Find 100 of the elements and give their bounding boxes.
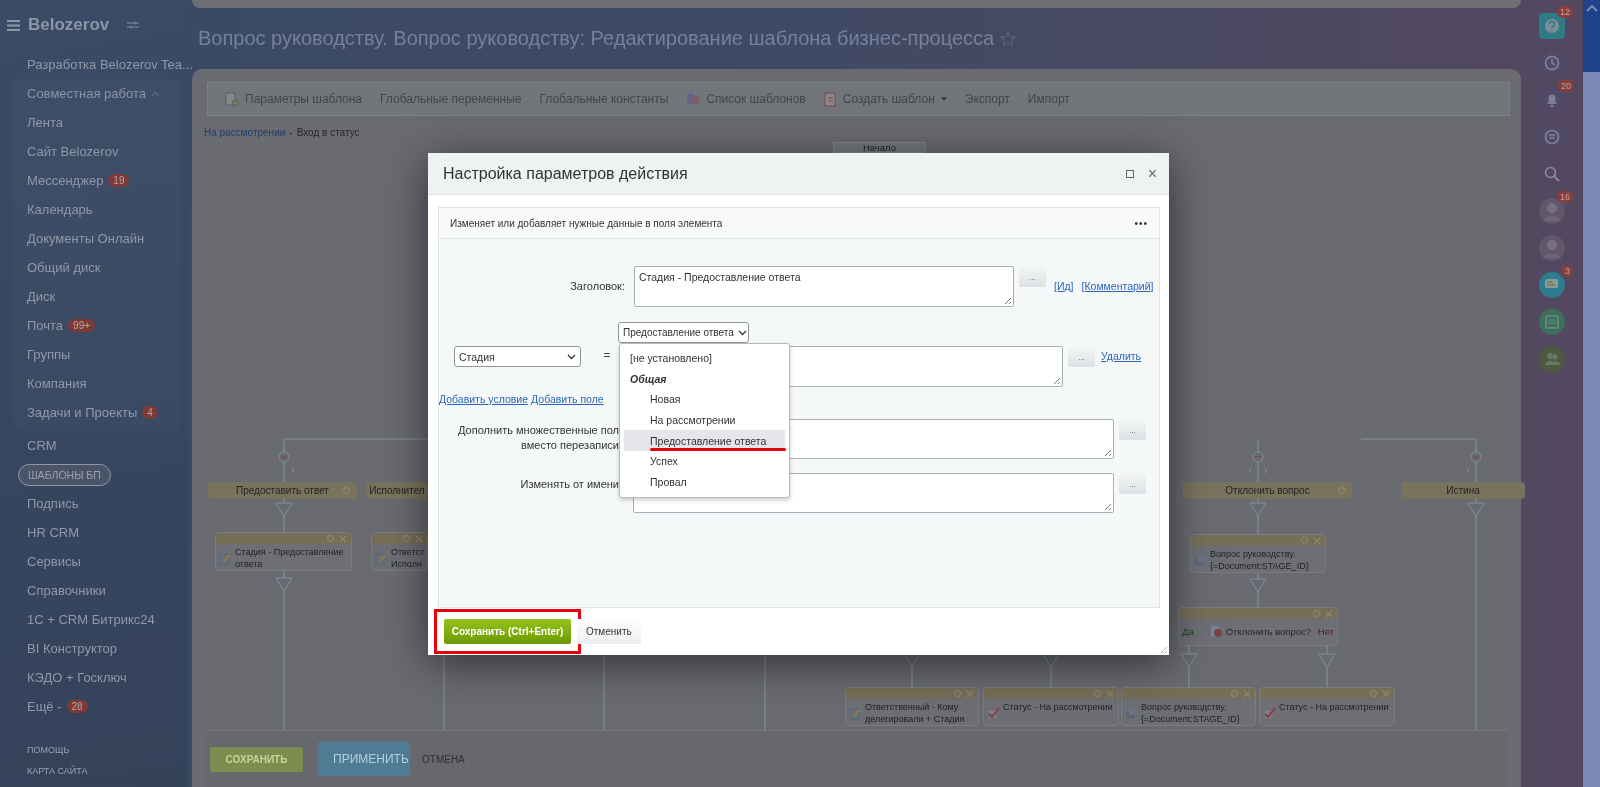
gear-icon[interactable] <box>1312 609 1321 618</box>
timeline-icon[interactable] <box>1538 48 1566 77</box>
link[interactable]: [Комментарий] <box>1081 280 1154 292</box>
add-link[interactable]: Добавить условие <box>439 393 529 405</box>
menu-group-header[interactable]: Совместная работа <box>13 79 181 108</box>
scroll-up-icon[interactable] <box>1585 4 1598 12</box>
activity-block[interactable]: Стадия - Предоставление ответа <box>215 532 352 571</box>
ellipsis-button[interactable]: ... <box>1068 347 1095 367</box>
brand-name[interactable]: Belozerov <box>28 15 110 35</box>
sidebar-item[interactable]: Задачи и Проекты 4 <box>13 398 181 427</box>
link[interactable]: [Ид] <box>1054 280 1074 292</box>
close-icon[interactable] <box>1243 689 1251 698</box>
sidebar-item[interactable]: КЭДО + Госключ <box>0 663 188 692</box>
close-icon[interactable] <box>1313 536 1321 545</box>
branch-label[interactable]: Отклонить вопрос <box>1183 482 1352 499</box>
remove-branch-icon[interactable] <box>1252 451 1264 463</box>
sidebar-item[interactable]: Справочники <box>0 576 188 605</box>
branch-label[interactable]: Истина <box>1401 482 1525 499</box>
sidebar-item[interactable]: Общий диск <box>13 253 181 282</box>
branch-label[interactable]: Предоставить ответ <box>208 482 357 499</box>
action-button[interactable]: ОТМЕНА <box>420 746 467 772</box>
maximize-icon[interactable] <box>1125 169 1134 178</box>
sidebar-item[interactable]: Календарь <box>13 195 181 224</box>
star-icon[interactable] <box>1000 31 1017 46</box>
sidebar-item[interactable]: Компания <box>13 369 181 398</box>
gear-icon[interactable] <box>342 486 351 495</box>
branch-label[interactable]: Исполнител <box>366 482 428 499</box>
people-icon[interactable] <box>1539 345 1565 372</box>
ellipsis-button[interactable]: ... <box>1019 267 1046 287</box>
dropdown-option[interactable]: Новая <box>624 389 785 410</box>
sidebar-item[interactable]: Группы <box>13 340 181 369</box>
search-icon[interactable] <box>1544 165 1560 182</box>
remove-link[interactable]: Удалить <box>1101 350 1142 362</box>
activity-block[interactable]: Вопрос руководству. {=Document:STAGE_ID} <box>1190 534 1326 573</box>
chat-icon[interactable] <box>1538 122 1566 151</box>
activity-block[interactable]: Вопрос руководству. {=Document:STAGE_ID} <box>1121 687 1256 726</box>
footer-link[interactable]: ПОМОЩЬ <box>27 745 188 755</box>
close-icon[interactable] <box>1106 689 1114 698</box>
ellipsis-button[interactable]: ... <box>1119 420 1146 440</box>
close-icon[interactable] <box>966 689 974 698</box>
action-button[interactable]: СОХРАНИТЬ <box>210 746 303 772</box>
close-icon[interactable] <box>339 534 347 543</box>
gear-icon[interactable] <box>1093 689 1102 698</box>
sidebar-item[interactable]: Ещё - 28 <box>0 692 188 721</box>
sidebar-item[interactable]: Подпись <box>0 489 188 518</box>
value-dropdown[interactable]: Предоставление ответа <box>618 322 749 343</box>
close-button[interactable]: × <box>1147 166 1157 181</box>
sidebar-item[interactable]: Мессенджер 19 <box>13 166 181 195</box>
condition-block[interactable]: Да Отклонить вопрос? Нет <box>1178 607 1338 646</box>
field-dropdown[interactable]: Стадия <box>454 346 581 367</box>
gear-icon[interactable] <box>1369 689 1378 698</box>
dropdown-option[interactable]: Провал <box>624 471 785 493</box>
gear-icon[interactable] <box>1337 486 1346 495</box>
ellipsis-button[interactable]: ... <box>1119 474 1146 494</box>
gear-icon[interactable] <box>402 534 411 543</box>
sidebar-item[interactable]: ШАБЛОНЫ БП <box>18 463 111 486</box>
close-icon[interactable] <box>1382 689 1390 698</box>
chat-bubble-icon[interactable] <box>1539 271 1565 298</box>
activity-block[interactable]: Ответст Исполн <box>371 532 428 571</box>
action-button[interactable]: ПРИМЕНИТЬ <box>317 742 410 776</box>
dropdown-option[interactable]: На рассмотрении <box>624 409 785 431</box>
close-icon[interactable] <box>415 534 423 543</box>
activity-block[interactable]: Статус - На рассмотрении <box>983 687 1119 726</box>
news-icon[interactable] <box>1539 308 1565 335</box>
sidebar-item[interactable]: Лента <box>13 108 181 137</box>
sidebar-item[interactable]: CRM <box>0 431 188 460</box>
chevron-icon[interactable] <box>1248 466 1253 474</box>
sidebar-item[interactable]: Почта 99+ <box>13 311 181 340</box>
activity-block[interactable]: Статус - На рассмотрении <box>1259 687 1395 726</box>
sidebar-item[interactable]: Сервисы <box>0 547 188 576</box>
dropdown-option[interactable]: Успех <box>624 450 785 472</box>
footer-link[interactable]: КАРТА САЙТА <box>27 766 188 776</box>
dropdown-option[interactable]: Предоставление ответа <box>624 430 785 451</box>
gear-icon[interactable] <box>1300 536 1309 545</box>
sidebar-item[interactable]: Сайт Belozerov <box>13 137 181 166</box>
menu-icon[interactable] <box>7 19 20 31</box>
dropdown-option[interactable]: [не установлено] <box>624 348 785 369</box>
add-link[interactable]: Добавить поле <box>531 393 604 405</box>
chevron-icon[interactable] <box>290 466 295 474</box>
more-button[interactable]: ••• <box>1134 217 1148 229</box>
remove-branch-icon[interactable] <box>1470 451 1482 463</box>
close-icon[interactable] <box>1325 609 1333 618</box>
sidebar-item[interactable]: BI Конструктор <box>0 634 188 663</box>
chevron-icon[interactable] <box>1466 466 1471 474</box>
save-button[interactable]: Сохранить (Ctrl+Enter) <box>444 619 571 644</box>
gear-icon[interactable] <box>1230 689 1239 698</box>
sliders-icon[interactable] <box>127 20 140 30</box>
sidebar-item[interactable]: Документы Онлайн <box>13 224 181 253</box>
title-field[interactable]: Стадия - Предоставление ответа <box>634 266 1014 307</box>
gear-icon[interactable] <box>953 689 962 698</box>
avatar-icon[interactable] <box>1539 234 1565 261</box>
remove-branch-icon[interactable] <box>278 451 290 463</box>
cancel-button[interactable]: Отменить <box>577 619 641 644</box>
activity-block[interactable]: Ответственный - Кому делегировали + Стадия <box>845 687 979 726</box>
breadcrumb-link[interactable]: На рассмотрении <box>204 126 286 138</box>
sidebar-item[interactable]: 1С + CRM Битрикс24 <box>0 605 188 634</box>
sidebar-item[interactable]: Диск <box>13 282 181 311</box>
gear-icon[interactable] <box>326 534 335 543</box>
sidebar-item[interactable]: HR CRM <box>0 518 188 547</box>
chevron-icon[interactable] <box>1263 466 1268 474</box>
